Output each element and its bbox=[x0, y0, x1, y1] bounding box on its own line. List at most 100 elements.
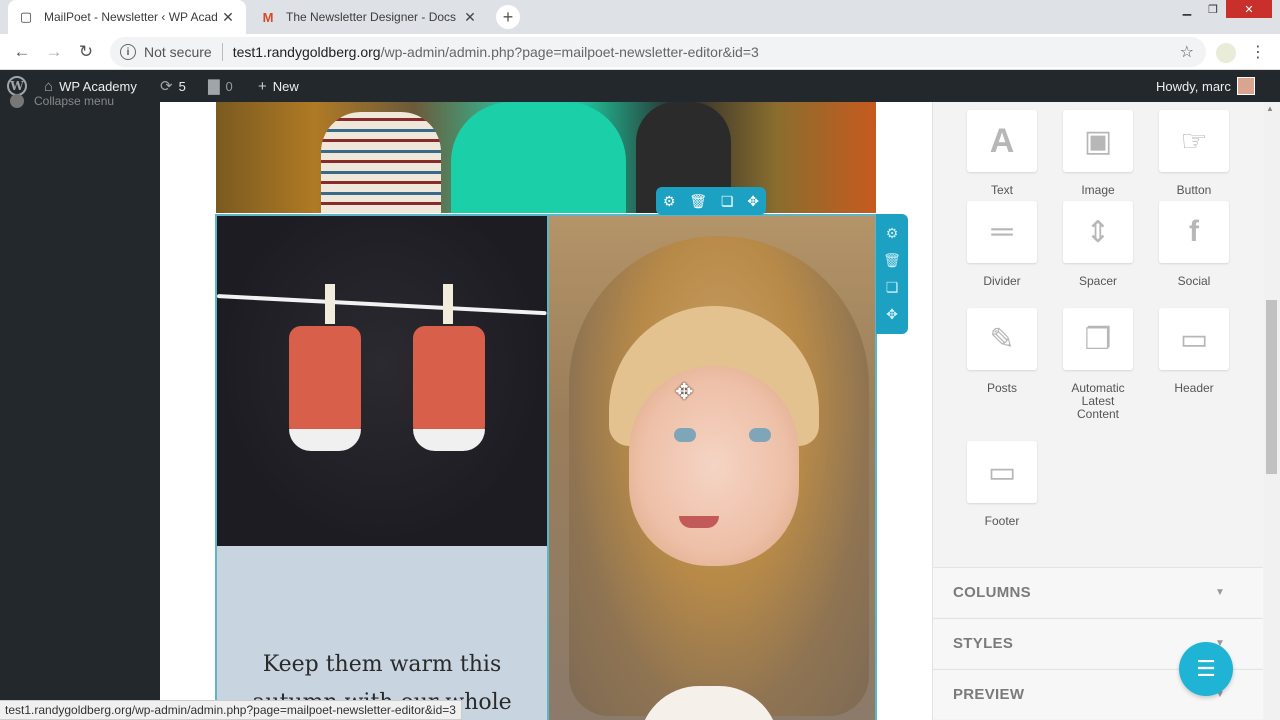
collapse-menu-button[interactable]: Collapse menu bbox=[10, 94, 114, 108]
widget-label: Image bbox=[1081, 183, 1115, 197]
image-detail bbox=[674, 428, 696, 442]
window-close-icon[interactable]: ✕ bbox=[1226, 0, 1272, 18]
image-detail bbox=[451, 102, 626, 213]
divider-icon: ═ bbox=[967, 201, 1037, 263]
browser-tab-mailpoet[interactable]: ▢ MailPoet - Newsletter ‹ WP Acad ✕ bbox=[8, 0, 246, 34]
duplicate-icon[interactable]: ❏ bbox=[721, 193, 734, 210]
image-detail bbox=[289, 326, 361, 451]
page-icon: ▢ bbox=[19, 9, 33, 24]
new-label: New bbox=[272, 78, 299, 94]
chat-icon: ☰ bbox=[1196, 656, 1216, 681]
url-field[interactable]: i Not secure test1.randygoldberg.org /wp… bbox=[110, 37, 1206, 67]
minimize-icon[interactable]: ▁ bbox=[1174, 0, 1200, 18]
reload-icon[interactable]: ↻ bbox=[74, 40, 98, 64]
browser-menu-icon[interactable]: ⋮ bbox=[1250, 42, 1266, 62]
settings-gear-icon[interactable]: ⚙ bbox=[663, 193, 676, 210]
move-icon[interactable]: ✥ bbox=[886, 306, 898, 323]
tab-title: MailPoet - Newsletter ‹ WP Acad bbox=[44, 10, 218, 24]
widget-label: Button bbox=[1176, 183, 1212, 197]
browser-tabstrip: ▢ MailPoet - Newsletter ‹ WP Acad ✕ M Th… bbox=[0, 0, 1280, 34]
duplicate-icon[interactable]: ❏ bbox=[886, 279, 899, 296]
columns-section-toggle[interactable]: COLUMNS ▼ bbox=[933, 567, 1263, 617]
block-toolbar: ⚙ 🗑 ❏ ✥ bbox=[656, 187, 766, 215]
widget-divider[interactable]: ═ Divider bbox=[954, 201, 1050, 288]
collapse-icon bbox=[10, 94, 24, 108]
bookmark-star-icon[interactable]: ☆ bbox=[1180, 42, 1194, 62]
window-controls: ▁ ❐ ✕ bbox=[1174, 0, 1272, 20]
updates-count: 5 bbox=[178, 78, 186, 94]
close-tab-icon[interactable]: ✕ bbox=[462, 9, 478, 26]
forward-icon[interactable]: → bbox=[42, 40, 66, 64]
new-content-link[interactable]: + New bbox=[258, 70, 299, 102]
chevron-down-icon: ▼ bbox=[1215, 587, 1226, 598]
close-tab-icon[interactable]: ✕ bbox=[220, 9, 236, 26]
new-tab-button[interactable]: + bbox=[496, 5, 520, 29]
image-detail bbox=[749, 428, 771, 442]
widget-automatic-latest-content[interactable]: ❐ Automatic Latest Content bbox=[1050, 308, 1146, 421]
image-detail bbox=[443, 284, 453, 324]
move-icon[interactable]: ✥ bbox=[747, 193, 759, 210]
image-detail bbox=[413, 429, 485, 451]
button-icon: ☞ bbox=[1159, 110, 1229, 172]
settings-gear-icon[interactable]: ⚙ bbox=[886, 225, 899, 242]
socks-image[interactable] bbox=[216, 216, 547, 546]
info-icon[interactable]: i bbox=[120, 44, 136, 60]
admin-menu: Collapse menu bbox=[0, 94, 160, 720]
widget-spacer[interactable]: ⇕ Spacer bbox=[1050, 201, 1146, 288]
hero-image[interactable] bbox=[216, 102, 876, 213]
image-detail bbox=[679, 516, 719, 528]
delete-trash-icon[interactable]: 🗑 bbox=[689, 193, 707, 210]
widget-label: Social bbox=[1177, 274, 1211, 288]
editor-sidebar: A Text ▣ Image ☞ Button ═ Divider ⇕ Spac… bbox=[932, 102, 1264, 720]
widget-image[interactable]: ▣ Image bbox=[1050, 110, 1146, 197]
widget-footer[interactable]: ▭ Footer bbox=[954, 441, 1050, 528]
widget-label: Automatic Latest Content bbox=[1071, 381, 1125, 421]
widget-text[interactable]: A Text bbox=[954, 110, 1050, 197]
scroll-up-icon[interactable]: ▲ bbox=[1266, 104, 1274, 113]
section-title: STYLES bbox=[953, 635, 1014, 652]
plus-icon: + bbox=[258, 77, 267, 95]
address-bar: ← → ↻ i Not secure test1.randygoldberg.o… bbox=[0, 34, 1280, 70]
comments-link[interactable]: ▇ 0 bbox=[208, 70, 233, 102]
image-detail bbox=[216, 294, 547, 316]
browser-tab-docs[interactable]: M The Newsletter Designer - Docs ✕ bbox=[250, 0, 488, 34]
image-detail bbox=[321, 112, 441, 213]
image-detail bbox=[413, 326, 485, 451]
header-icon: ▭ bbox=[1159, 308, 1229, 370]
facebook-icon: f bbox=[1159, 201, 1229, 263]
status-bar-url: test1.randygoldberg.org/wp-admin/admin.p… bbox=[0, 700, 462, 720]
tab-title: The Newsletter Designer - Docs bbox=[286, 10, 457, 24]
widget-label: Divider bbox=[983, 274, 1021, 288]
widget-button[interactable]: ☞ Button bbox=[1146, 110, 1242, 197]
wordpress-icon: W bbox=[7, 76, 27, 96]
girl-image[interactable] bbox=[547, 216, 875, 720]
extension-icon[interactable] bbox=[1216, 43, 1236, 63]
column-left: Keep them warm this autumn with our whol… bbox=[216, 216, 547, 720]
widget-label: Text bbox=[990, 183, 1013, 197]
comment-icon: ▇ bbox=[208, 78, 220, 95]
widget-posts[interactable]: ✎ Posts bbox=[954, 308, 1050, 395]
widget-header[interactable]: ▭ Header bbox=[1146, 308, 1242, 395]
image-detail bbox=[325, 284, 335, 324]
scrollbar-thumb[interactable] bbox=[1266, 300, 1277, 474]
move-cursor-icon: ✥ bbox=[675, 379, 694, 404]
collapse-label: Collapse menu bbox=[34, 94, 115, 108]
wp-admin-bar: W ⌂ WP Academy ⟳ 5 ▇ 0 + New Howdy, marc bbox=[0, 70, 1280, 102]
delete-trash-icon[interactable]: 🗑 bbox=[883, 252, 901, 269]
restore-icon[interactable]: ❐ bbox=[1200, 0, 1226, 18]
site-name: WP Academy bbox=[59, 78, 137, 94]
url-host: test1.randygoldberg.org bbox=[232, 44, 381, 60]
widget-social[interactable]: f Social bbox=[1146, 201, 1242, 288]
account-menu[interactable]: Howdy, marc bbox=[1156, 70, 1255, 102]
updates-icon: ⟳ bbox=[160, 78, 173, 95]
home-icon: ⌂ bbox=[44, 77, 54, 95]
columns-block[interactable]: Keep them warm this autumn with our whol… bbox=[215, 214, 877, 720]
help-chat-button[interactable]: ☰ bbox=[1179, 642, 1233, 696]
widget-label: Posts bbox=[986, 381, 1017, 395]
back-icon[interactable]: ← bbox=[10, 40, 34, 64]
security-label: Not secure bbox=[144, 44, 212, 60]
mailpoet-m-icon: M bbox=[262, 9, 274, 25]
footer-icon: ▭ bbox=[967, 441, 1037, 503]
text-block[interactable]: Keep them warm this autumn with our whol… bbox=[217, 546, 547, 720]
updates-link[interactable]: ⟳ 5 bbox=[160, 70, 186, 102]
